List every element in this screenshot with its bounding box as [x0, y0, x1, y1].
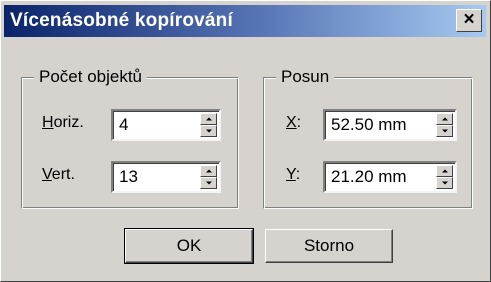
offset-group-title: Posun	[276, 67, 335, 87]
y-up-arrow-icon[interactable]	[436, 165, 453, 177]
x-label: X:	[286, 114, 302, 131]
vert-down-arrow-icon[interactable]	[200, 177, 217, 189]
vert-value[interactable]: 13	[119, 167, 138, 187]
y-down-arrow-icon[interactable]	[436, 177, 453, 189]
horiz-spinbox[interactable]: 4	[111, 109, 221, 141]
close-button[interactable]: ×	[456, 9, 482, 32]
close-icon: ×	[463, 9, 475, 30]
x-offset-spinbox[interactable]: 52.50 mm	[323, 109, 457, 141]
horiz-value[interactable]: 4	[119, 115, 128, 135]
horiz-up-arrow-icon[interactable]	[200, 113, 217, 125]
offset-group: Posun X: 52.50 mm Y: 21.20 mm	[263, 67, 473, 209]
multiple-copy-dialog: Vícenásobné kopírování × Počet objektů H…	[0, 0, 491, 282]
cancel-button[interactable]: Storno	[265, 229, 393, 263]
vert-spinbox[interactable]: 13	[111, 161, 221, 193]
horiz-down-arrow-icon[interactable]	[200, 125, 217, 137]
x-up-arrow-icon[interactable]	[436, 113, 453, 125]
y-label: Y:	[286, 166, 301, 183]
vert-label: Vert.	[42, 166, 75, 183]
y-offset-spinbox[interactable]: 21.20 mm	[323, 161, 457, 193]
title-bar[interactable]: Vícenásobné kopírování ×	[4, 5, 486, 37]
object-count-group: Počet objektů Horiz. 4 Vert. 13	[21, 67, 239, 209]
x-offset-value[interactable]: 52.50 mm	[331, 115, 407, 135]
ok-button[interactable]: OK	[124, 228, 254, 264]
vert-up-arrow-icon[interactable]	[200, 165, 217, 177]
window-title: Vícenásobné kopírování	[10, 10, 233, 31]
y-offset-value[interactable]: 21.20 mm	[331, 167, 407, 187]
x-down-arrow-icon[interactable]	[436, 125, 453, 137]
object-count-group-title: Počet objektů	[34, 67, 148, 87]
horiz-label: Horiz.	[42, 114, 84, 131]
